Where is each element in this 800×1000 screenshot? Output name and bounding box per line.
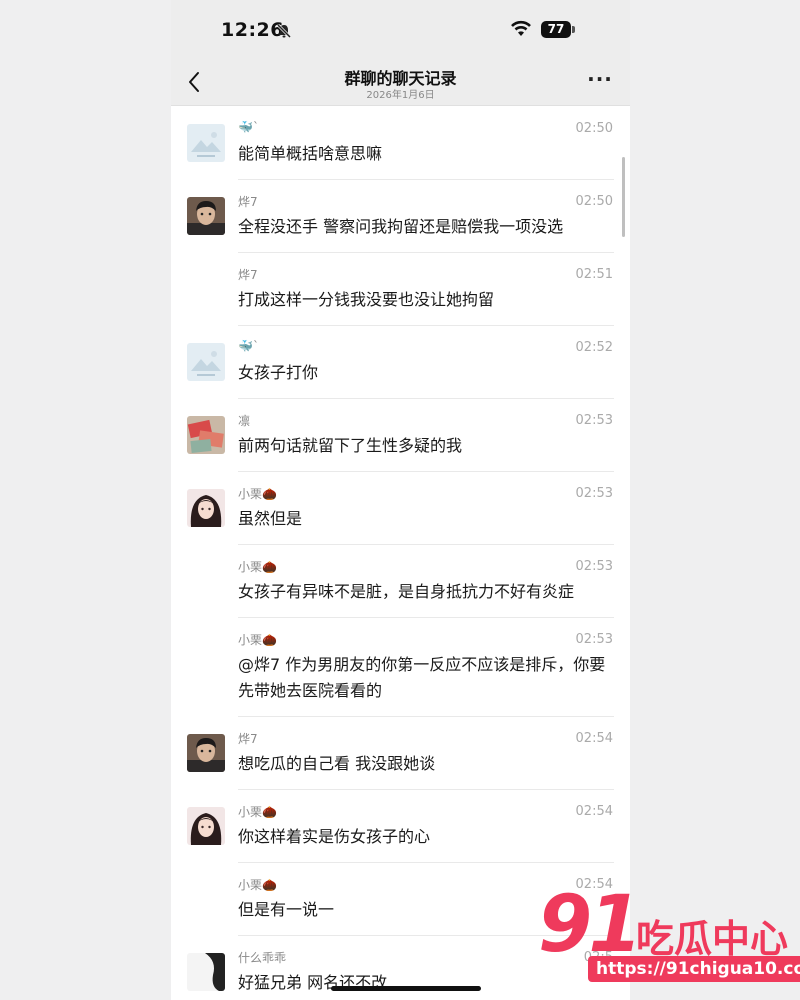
watermark: 91 吃瓜中心 https://91chigua10.com — [538, 880, 800, 988]
message-text: 想吃瓜的自己看 我没跟她谈 — [238, 754, 436, 773]
sender-name: 烨7 — [238, 195, 258, 209]
chat-history-screen: 12:26 77 群聊的聊天记录 2026年1月6日 ··· 🐳ˋ 02:50 … — [171, 0, 630, 1000]
message-text: 虽然但是 — [238, 509, 303, 528]
status-time: 12:26 — [221, 19, 284, 41]
message-item[interactable]: 小栗🌰 02:54 你这样着实是伤女孩子的心 — [171, 790, 630, 863]
message-text: @烨7 作为男朋友的你第一反应不应该是排斥，你要先带她去医院看看的 — [238, 655, 606, 700]
message-text: 女孩子有异味不是脏，是自身抵抗力不好有炎症 — [238, 582, 575, 601]
avatar[interactable] — [187, 343, 225, 381]
sender-name: 小栗🌰 — [238, 633, 277, 647]
message-time: 02:50 — [575, 194, 613, 209]
message-item[interactable]: 小栗🌰 02:53 虽然但是 — [171, 472, 630, 545]
message-item[interactable]: 小栗🌰 02:53 女孩子有异味不是脏，是自身抵抗力不好有炎症 — [171, 545, 630, 618]
message-text: 能简单概括啥意思嘛 — [238, 144, 383, 163]
message-item[interactable]: 烨7 02:51 打成这样一分钱我没要也没让她拘留 — [171, 253, 630, 326]
message-text: 女孩子打你 — [238, 363, 319, 382]
watermark-url: https://91chigua10.com — [588, 956, 800, 982]
message-time: 02:53 — [575, 632, 613, 647]
message-text: 前两句话就留下了生性多疑的我 — [238, 436, 463, 455]
mute-bell-icon — [276, 23, 292, 39]
wifi-icon — [511, 20, 531, 36]
message-time: 02:52 — [575, 340, 613, 355]
message-text: 你这样着实是伤女孩子的心 — [238, 827, 431, 846]
watermark-name: 吃瓜中心 — [636, 917, 789, 961]
image-placeholder-icon — [187, 343, 225, 381]
man-photo-icon — [187, 197, 225, 235]
message-item[interactable]: 烨7 02:54 想吃瓜的自己看 我没跟她谈 — [171, 717, 630, 790]
avatar[interactable] — [187, 124, 225, 162]
avatar[interactable] — [187, 197, 225, 235]
avatar[interactable] — [187, 953, 225, 991]
battery-tip — [572, 26, 575, 33]
battery-icon: 77 — [541, 21, 571, 38]
avatar[interactable] — [187, 416, 225, 454]
sender-name: 🐳ˋ — [238, 120, 259, 134]
money-photo-icon — [187, 416, 225, 454]
message-text: 全程没还手 警察问我拘留还是赔偿我一项没选 — [238, 217, 564, 236]
sender-name: 🐳ˋ — [238, 339, 259, 353]
page-subtitle-date: 2026年1月6日 — [366, 90, 435, 101]
more-options-icon[interactable]: ··· — [587, 69, 613, 92]
avatar[interactable] — [187, 734, 225, 772]
message-time: 02:53 — [575, 413, 613, 428]
status-bar: 12:26 77 — [171, 0, 630, 60]
message-item[interactable]: 小栗🌰 02:53 @烨7 作为男朋友的你第一反应不应该是排斥，你要先带她去医院… — [171, 618, 630, 717]
message-time: 02:54 — [575, 804, 613, 819]
message-time: 02:50 — [575, 121, 613, 136]
message-item[interactable]: 🐳ˋ 02:50 能简单概括啥意思嘛 — [171, 107, 630, 180]
sender-name: 小栗🌰 — [238, 805, 277, 819]
message-text: 打成这样一分钱我没要也没让她拘留 — [238, 290, 495, 309]
avatar[interactable] — [187, 807, 225, 845]
message-time: 02:54 — [575, 731, 613, 746]
message-time: 02:53 — [575, 559, 613, 574]
sender-name: 烨7 — [238, 732, 258, 746]
image-placeholder-icon — [187, 124, 225, 162]
message-time: 02:51 — [575, 267, 613, 282]
girl-photo-icon — [187, 489, 225, 527]
home-indicator[interactable] — [331, 986, 481, 991]
message-item[interactable]: 🐳ˋ 02:52 女孩子打你 — [171, 326, 630, 399]
message-item[interactable]: 凛 02:53 前两句话就留下了生性多疑的我 — [171, 399, 630, 472]
dark-photo-icon — [187, 953, 225, 991]
message-item[interactable]: 烨7 02:50 全程没还手 警察问我拘留还是赔偿我一项没选 — [171, 180, 630, 253]
sender-name: 烨7 — [238, 268, 258, 282]
sender-name: 凛 — [238, 414, 251, 428]
scrollbar[interactable] — [622, 157, 625, 237]
sender-name: 小栗🌰 — [238, 560, 277, 574]
sender-name: 小栗🌰 — [238, 878, 277, 892]
girl-photo-icon — [187, 807, 225, 845]
nav-bar: 群聊的聊天记录 2026年1月6日 ··· — [171, 60, 630, 106]
avatar[interactable] — [187, 489, 225, 527]
message-list[interactable]: 🐳ˋ 02:50 能简单概括啥意思嘛 烨7 02:50 全程没还手 警察问我拘留… — [171, 107, 630, 1000]
sender-name: 什么乖乖 — [238, 951, 287, 965]
sender-name: 小栗🌰 — [238, 487, 277, 501]
message-time: 02:53 — [575, 486, 613, 501]
man-photo-icon — [187, 734, 225, 772]
